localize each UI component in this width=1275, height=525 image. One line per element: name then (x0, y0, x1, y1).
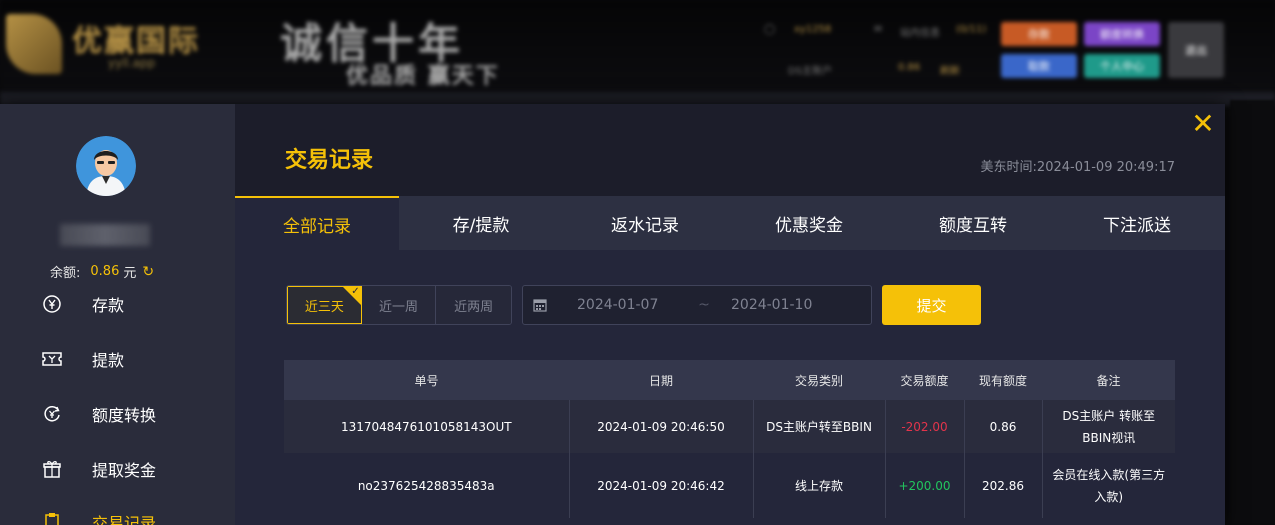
table-row: no237625428835483a 2024-01-09 20:46:42 线… (284, 453, 1175, 518)
cell-note: 会员在线入款(第三方入款) (1042, 453, 1175, 518)
sidebar-item-label: 交易记录 (92, 514, 157, 525)
cell-note: DS主账户 转账至 BBIN视讯 (1042, 400, 1175, 453)
record-tabs: 全部记录 存/提款 返水记录 优惠奖金 额度互转 下注派送 (235, 196, 1225, 250)
tab-deposit-withdraw[interactable]: 存/提款 (399, 196, 563, 250)
ticket-icon (40, 347, 64, 371)
document-icon (40, 510, 64, 525)
col-balance: 现有额度 (964, 360, 1042, 400)
user-icon: ◯ (764, 24, 776, 35)
balance-unit: 元 (123, 266, 137, 281)
site-logo-icon (6, 14, 62, 74)
cell-type: DS主账户转至BBIN (753, 400, 886, 453)
col-amount: 交易额度 (885, 360, 964, 400)
sidebar-item-label: 额度转换 (92, 406, 157, 425)
sidebar-item-label: 提取奖金 (92, 461, 157, 480)
date-range-picker[interactable]: 2024-01-07 ~ 2024-01-10 (522, 285, 872, 325)
sidebar-item-transfer[interactable]: 额度转换 (40, 400, 156, 428)
tab-all-records[interactable]: 全部记录 (235, 196, 399, 250)
submit-button[interactable]: 提交 (882, 285, 981, 325)
account-sidebar: 余额: 0.86 元 ↻ 存款 提款 额度转换 提取奖金 交易记录 (0, 104, 235, 525)
balance-value: 0.86 (90, 264, 120, 279)
cell-amount: +200.00 (885, 453, 965, 518)
tab-rebate[interactable]: 返水记录 (563, 196, 727, 250)
sidebar-item-records[interactable]: 交易记录 (40, 508, 156, 525)
background-logout-button: 退出 (1168, 22, 1224, 78)
transaction-modal: 余额: 0.86 元 ↻ 存款 提款 额度转换 提取奖金 交易记录 交易记录 美… (0, 104, 1225, 525)
background-site-header: 优赢国际 yyll.app 诚信十年 优品质 赢天下 ◯ xy1258 ✉ 站内… (0, 0, 1275, 100)
username-masked (60, 224, 150, 246)
sidebar-item-withdraw[interactable]: 提款 (40, 345, 124, 373)
table-row: 1317048476101058143OUT 2024-01-09 20:46:… (284, 400, 1175, 453)
sidebar-item-bonus[interactable]: 提取奖金 (40, 455, 156, 483)
background-withdraw-button: 取款 (1001, 54, 1077, 78)
sidebar-item-deposit[interactable]: 存款 (40, 290, 124, 318)
cell-balance: 0.86 (964, 400, 1043, 453)
balance-label: 余额: (50, 266, 81, 281)
content-header: 交易记录 美东时间:2024-01-09 20:49:17 (235, 104, 1225, 196)
background-username: xy1258 (794, 24, 832, 35)
background-main-account-label: DS主账户 (788, 66, 833, 77)
gift-icon (40, 457, 64, 481)
background-center-button: 个人中心 (1084, 54, 1160, 78)
cell-balance: 202.86 (964, 453, 1043, 518)
check-icon: ✓ (351, 286, 360, 297)
site-logo-text: 优赢国际 (72, 24, 200, 59)
avatar (76, 136, 136, 196)
cell-order-id: 1317048476101058143OUT (284, 400, 570, 453)
cell-type: 线上存款 (753, 453, 886, 518)
background-fund-button: 额度转换 (1084, 22, 1160, 46)
range-label: 近三天 (304, 299, 344, 315)
tab-bet-dispatch[interactable]: 下注派送 (1055, 196, 1219, 250)
col-type: 交易类别 (753, 360, 885, 400)
col-date: 日期 (569, 360, 753, 400)
col-note: 备注 (1042, 360, 1175, 400)
sidebar-item-label: 存款 (92, 296, 125, 315)
site-slogan-sub: 优品质 赢天下 (346, 63, 500, 89)
background-deposit-button: 存款 (1001, 22, 1077, 46)
tab-fund-transfer[interactable]: 额度互转 (891, 196, 1055, 250)
page-title: 交易记录 (285, 148, 374, 173)
time-label: 美东时间: (980, 160, 1037, 175)
date-to-input[interactable]: 2024-01-10 (731, 297, 831, 313)
balance-line: 余额: 0.86 元 ↻ (50, 262, 154, 282)
background-right-area (1230, 100, 1275, 525)
range-last-week[interactable]: 近一周 (361, 286, 437, 324)
col-order-id: 单号 (284, 360, 569, 400)
range-last-3-days[interactable]: 近三天 ✓ (287, 286, 362, 324)
time-value: 2024-01-09 20:49:17 (1036, 160, 1175, 175)
cell-date: 2024-01-09 20:46:50 (569, 400, 754, 453)
background-main-account-value: 0.86 (898, 62, 921, 73)
cell-amount: -202.00 (885, 400, 965, 453)
records-content: 交易记录 美东时间:2024-01-09 20:49:17 全部记录 存/提款 … (235, 104, 1225, 525)
site-logo-domain: yyll.app (108, 56, 156, 70)
message-icon: ✉ (874, 24, 883, 35)
date-from-input[interactable]: 2024-01-07 (577, 297, 677, 313)
range-last-two-weeks[interactable]: 近两周 (436, 286, 511, 324)
calendar-icon (533, 299, 547, 312)
records-table: 单号 日期 交易类别 交易额度 现有额度 备注 1317048476101058… (284, 360, 1175, 518)
cell-order-id: no237625428835483a (284, 453, 570, 518)
table-header-row: 单号 日期 交易类别 交易额度 现有额度 备注 (284, 360, 1175, 400)
yen-coin-icon (40, 292, 64, 316)
sidebar-item-label: 提款 (92, 351, 125, 370)
date-range-quick-select: 近三天 ✓ 近一周 近两周 (286, 285, 512, 325)
cell-date: 2024-01-09 20:46:42 (569, 453, 754, 518)
eastern-time: 美东时间:2024-01-09 20:49:17 (981, 156, 1175, 175)
close-icon[interactable]: ✕ (1191, 110, 1215, 138)
background-msg-label: 站内信息 (900, 28, 940, 39)
background-refresh-link: 刷新 (940, 66, 960, 77)
tab-promotion-bonus[interactable]: 优惠奖金 (727, 196, 891, 250)
background-msg-count: (0/11) (956, 24, 987, 35)
refresh-icon[interactable]: ↻ (142, 264, 154, 280)
exchange-coin-icon (40, 402, 64, 426)
date-separator: ~ (698, 297, 710, 313)
